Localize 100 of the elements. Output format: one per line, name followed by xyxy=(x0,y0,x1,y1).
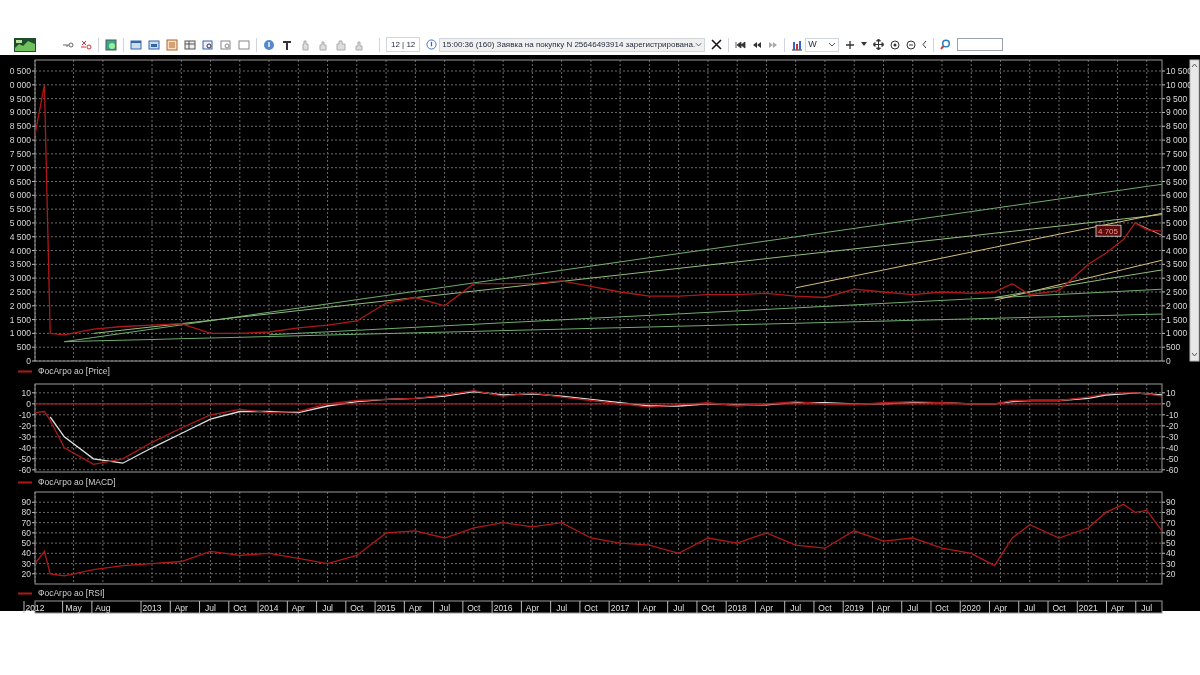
axis-label: 2017 xyxy=(610,602,630,613)
axis-label: 4 000 xyxy=(1166,245,1188,256)
axis-label: -30 xyxy=(18,431,31,442)
axis-label: 20 xyxy=(21,568,31,579)
axis-label: -40 xyxy=(1166,442,1179,453)
axis-label: Apr xyxy=(759,602,774,613)
axis-label: 2015 xyxy=(376,602,396,613)
axis-label: Jul xyxy=(205,602,216,613)
axis-label: 2016 xyxy=(493,602,513,613)
axis-label: 0 xyxy=(1166,356,1171,366)
axis-label: Oct xyxy=(1052,602,1066,613)
axis-label: 5 000 xyxy=(9,217,31,228)
axis-label: 2020 xyxy=(961,602,981,613)
axis-label: 0 xyxy=(1166,398,1171,409)
axis-label: 2019 xyxy=(844,602,864,613)
axis-label: 50 xyxy=(1166,538,1176,549)
axis-label: 6 500 xyxy=(1166,176,1188,187)
axis-label: -10 xyxy=(1166,409,1179,420)
axis-label: 6 000 xyxy=(1166,190,1188,201)
axis-label: 8 000 xyxy=(9,135,31,146)
axis-label: -10 xyxy=(18,409,31,420)
axis-label: Apr xyxy=(408,602,422,613)
legend-label: ФосАгро ао [MACD] xyxy=(38,476,116,489)
axis-label: 2014 xyxy=(259,602,279,613)
axis-label: -20 xyxy=(18,420,31,431)
axis-label: 6 000 xyxy=(9,190,31,201)
axis-label: 80 xyxy=(1166,507,1176,518)
axis-label: 20 xyxy=(1166,568,1176,579)
axis-label: 0 xyxy=(26,356,31,366)
axis-label: 6 500 xyxy=(9,176,31,187)
axis-label: 5 500 xyxy=(9,204,31,215)
axis-label: 9 000 xyxy=(9,107,31,118)
axis-label: -50 xyxy=(18,453,31,464)
axis-label: 2012 xyxy=(25,602,45,613)
axis-label: Aug xyxy=(95,602,111,613)
axis-label: 10 xyxy=(1166,387,1176,398)
axis-label: Jul xyxy=(322,602,333,613)
legend-label: ФосАгро ао [Price] xyxy=(38,365,110,378)
axis-label: Apr xyxy=(291,602,305,613)
axis-label: 90 xyxy=(21,497,31,508)
axis-label: Oct xyxy=(935,602,949,613)
axis-label: Jul xyxy=(556,602,568,613)
axis-label: Apr xyxy=(642,602,657,613)
axis-label: 0 xyxy=(26,398,31,409)
axis-label: Oct xyxy=(818,602,832,613)
axis-label: 40 xyxy=(1166,548,1176,559)
axis-label: 80 xyxy=(21,507,31,518)
axis-label: Oct xyxy=(584,602,598,613)
axis-label: 2013 xyxy=(142,602,162,613)
axis-label: 500 xyxy=(16,342,31,353)
axis-label: -30 xyxy=(1166,431,1179,442)
axis-label: 5 500 xyxy=(1166,204,1188,215)
axis-label: 2 500 xyxy=(9,286,31,297)
axis-label: 5 000 xyxy=(1166,217,1188,228)
axis-label: Oct xyxy=(350,602,364,613)
axis-label: 7 000 xyxy=(1166,162,1188,173)
axis-label: Apr xyxy=(525,602,539,613)
axis-label: 30 xyxy=(1166,558,1176,569)
axis-label: 8 500 xyxy=(1166,121,1188,132)
axis-label: Jul xyxy=(790,602,802,613)
axis-label: Apr xyxy=(1110,602,1125,613)
axis-label: 2 000 xyxy=(1166,300,1188,311)
axis-label: 4 500 xyxy=(1166,231,1188,242)
axis-label: 30 xyxy=(21,558,31,569)
axis-label: 7 000 xyxy=(9,162,31,173)
axis-label: 60 xyxy=(21,527,31,538)
axis-label: Jul xyxy=(907,602,919,613)
axis-label: 9 500 xyxy=(9,93,31,104)
axis-label: 8 000 xyxy=(1166,135,1188,146)
axis-label: -20 xyxy=(1166,420,1179,431)
axis-label: 2018 xyxy=(727,602,747,613)
axis-label: 3 000 xyxy=(9,273,31,284)
axis-label: Jul xyxy=(1141,602,1153,613)
axis-label: 0 500 xyxy=(9,66,31,77)
axis-label: Apr xyxy=(876,602,891,613)
axis-label: 90 xyxy=(1166,497,1176,508)
axis-label: Oct xyxy=(701,602,715,613)
message-counter: 12 | 12 xyxy=(386,37,421,52)
axis-label: 2 500 xyxy=(1166,286,1188,297)
axis-label: 8 500 xyxy=(9,121,31,132)
axis-label: 10 xyxy=(21,387,31,398)
price-tag: 4 705 xyxy=(1095,224,1122,237)
axis-label: Apr xyxy=(174,602,188,613)
axis-label: 70 xyxy=(1166,517,1176,528)
axis-label: 9 000 xyxy=(1166,107,1188,118)
axis-label: 2 000 xyxy=(9,300,31,311)
axis-label: Jul xyxy=(1024,602,1036,613)
axis-label: 3 500 xyxy=(1166,259,1188,270)
axis-label: 500 xyxy=(1166,342,1181,353)
axis-label: 4 500 xyxy=(9,231,31,242)
axis-label: 1 500 xyxy=(1166,314,1188,325)
axis-label: 50 xyxy=(21,538,31,549)
axis-label: -60 xyxy=(1166,464,1179,475)
axis-label: 7 500 xyxy=(1166,148,1188,159)
axis-label: 4 000 xyxy=(9,245,31,256)
axis-label: Jul xyxy=(439,602,451,613)
axis-label: 2021 xyxy=(1078,602,1098,613)
axis-label: 60 xyxy=(1166,527,1176,538)
legend-label: ФосАгро ао [RSI] xyxy=(38,587,105,600)
axis-label: -50 xyxy=(1166,453,1179,464)
